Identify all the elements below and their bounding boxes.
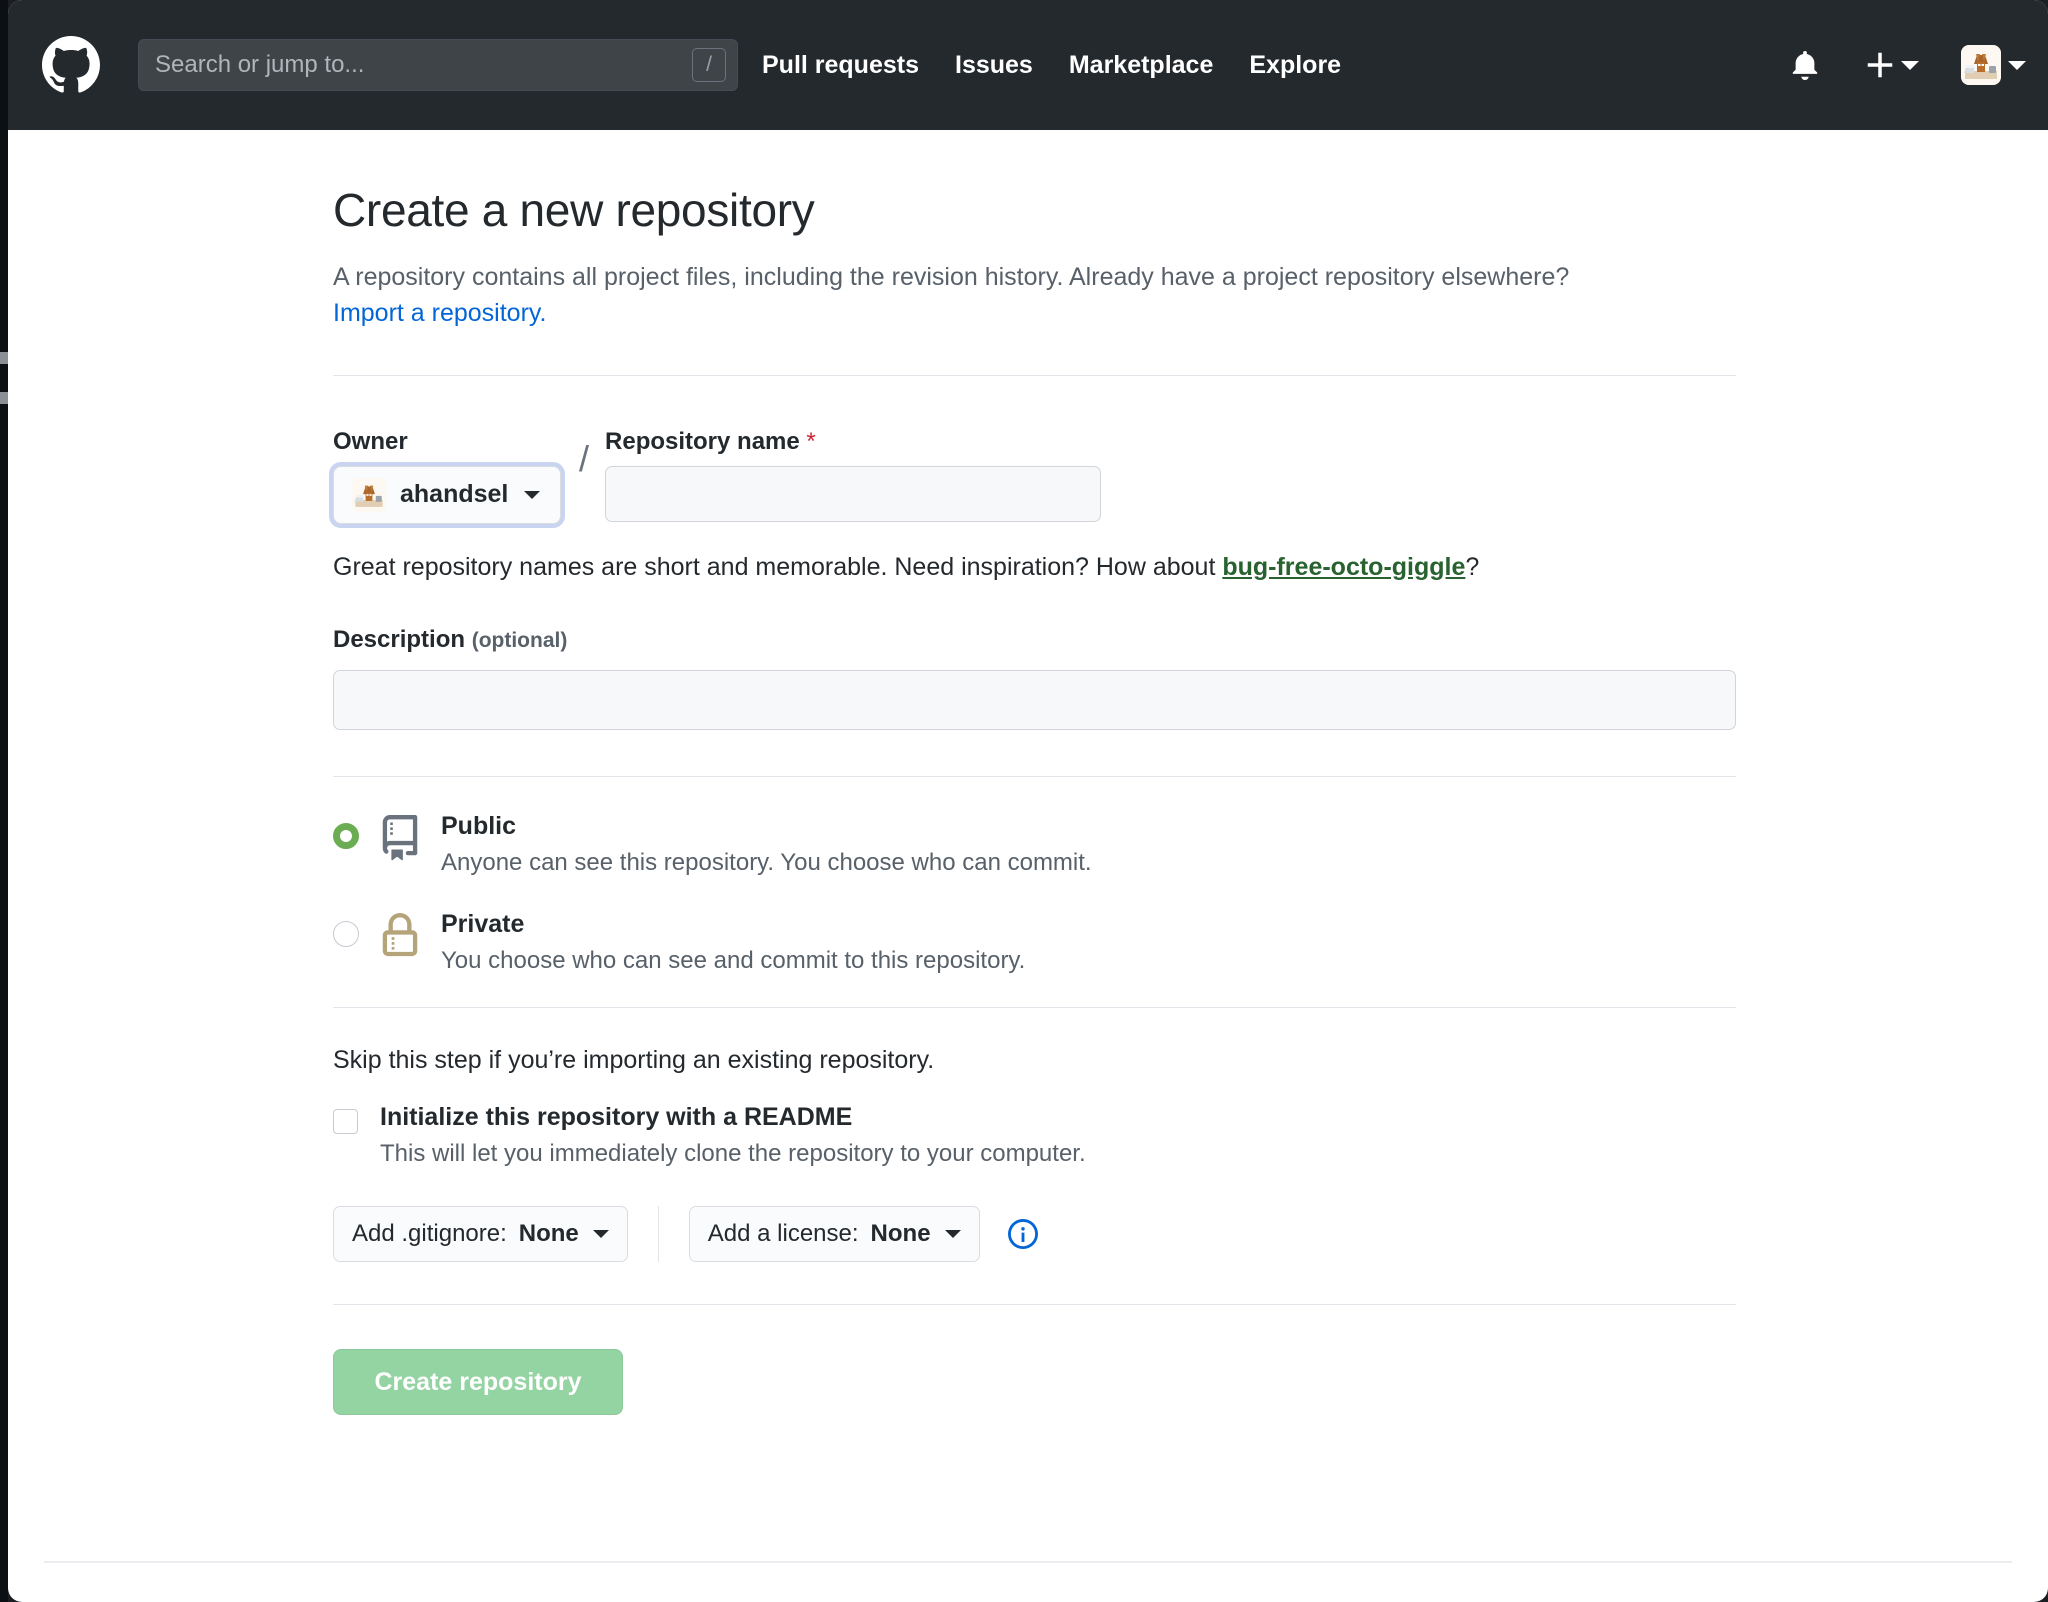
browser-window: / Pull requests Issues Marketplace Explo… xyxy=(8,0,2048,1602)
github-mark-icon[interactable] xyxy=(42,36,100,94)
radio-private[interactable] xyxy=(333,920,359,947)
create-new-menu[interactable] xyxy=(1866,51,1919,79)
visibility-private-text: Private You choose who can see and commi… xyxy=(441,909,1025,975)
owner-field: Owner ahandsel xyxy=(333,428,565,524)
visibility-option-private[interactable]: Private You choose who can see and commi… xyxy=(333,909,2048,975)
account-menu[interactable] xyxy=(1961,45,2026,85)
radio-public[interactable] xyxy=(333,822,359,849)
nav-marketplace[interactable]: Marketplace xyxy=(1069,51,1214,80)
page-title: Create a new repository xyxy=(333,184,815,236)
description-field: Description (optional) xyxy=(333,626,2048,730)
visibility-options: Public Anyone can see this repository. Y… xyxy=(333,811,2048,976)
owner-label: Owner xyxy=(333,427,408,455)
repository-name-input[interactable] xyxy=(605,465,1102,522)
hint-suffix: ? xyxy=(1465,552,1480,581)
owner-name-separator: / xyxy=(579,437,590,479)
description-label: Description (optional) xyxy=(333,626,2048,654)
gitignore-value: None xyxy=(518,1220,579,1247)
avatar xyxy=(1961,45,2001,85)
left-edge-mark xyxy=(0,352,8,364)
global-header: / Pull requests Issues Marketplace Explo… xyxy=(8,0,2048,130)
visibility-public-text: Public Anyone can see this repository. Y… xyxy=(441,811,1092,877)
gitignore-dropdown[interactable]: Add .gitignore: None xyxy=(333,1206,628,1262)
repository-name-hint: Great repository names are short and mem… xyxy=(333,553,2048,582)
page-description-text: A repository contains all project files,… xyxy=(333,263,1570,291)
header-right-actions xyxy=(1790,45,2026,85)
chevron-down-icon xyxy=(1901,60,1919,70)
info-icon[interactable] xyxy=(1007,1219,1038,1249)
hint-prefix: Great repository names are short and mem… xyxy=(333,552,1223,581)
search-slash-shortcut: / xyxy=(692,48,726,82)
gitignore-prefix: Add .gitignore: xyxy=(352,1220,507,1247)
skip-step-text: Skip this step if you’re importing an ex… xyxy=(333,1046,935,1074)
dropdown-divider xyxy=(657,1206,659,1262)
search-input[interactable] xyxy=(138,39,738,91)
search-container: / xyxy=(138,39,738,91)
repo-book-icon xyxy=(377,813,423,871)
readme-checkbox[interactable] xyxy=(333,1109,358,1134)
import-repository-link[interactable]: Import a repository. xyxy=(333,299,547,327)
repository-name-label-text: Repository name xyxy=(605,427,800,455)
chevron-down-icon xyxy=(2008,60,2026,70)
visibility-public-subtitle: Anyone can see this repository. You choo… xyxy=(441,848,1092,876)
nav-pull-requests[interactable]: Pull requests xyxy=(762,51,919,80)
readme-label: Initialize this repository with a README xyxy=(380,1103,853,1131)
create-repository-button[interactable]: Create repository xyxy=(333,1349,623,1415)
chevron-down-icon xyxy=(524,490,541,499)
description-label-text: Description xyxy=(333,625,466,653)
license-value: None xyxy=(870,1220,931,1247)
bell-icon[interactable] xyxy=(1790,48,1820,82)
nav-issues[interactable]: Issues xyxy=(955,51,1033,80)
readme-sublabel: This will let you immediately clone the … xyxy=(380,1140,1086,1167)
owner-name: ahandsel xyxy=(400,480,509,508)
main-content: Create a new repository A repository con… xyxy=(8,130,2048,1415)
description-input[interactable] xyxy=(333,669,1736,730)
footer-divider xyxy=(44,1561,2012,1563)
suggested-name-link[interactable]: bug-free-octo-giggle xyxy=(1222,553,1465,581)
required-marker: * xyxy=(806,427,816,455)
license-dropdown[interactable]: Add a license: None xyxy=(688,1206,980,1262)
visibility-option-public[interactable]: Public Anyone can see this repository. Y… xyxy=(333,811,2048,877)
chevron-down-icon xyxy=(592,1230,609,1238)
template-dropdowns-row: Add .gitignore: None Add a license: None xyxy=(333,1206,2048,1262)
divider xyxy=(333,1304,1736,1305)
lock-icon xyxy=(377,911,423,969)
repository-name-label: Repository name * xyxy=(605,428,1101,466)
visibility-public-title: Public xyxy=(441,811,517,840)
license-prefix: Add a license: xyxy=(707,1220,859,1247)
chevron-down-icon xyxy=(944,1230,961,1238)
nav-explore[interactable]: Explore xyxy=(1249,51,1341,80)
left-edge-mark xyxy=(0,392,8,404)
divider xyxy=(333,374,1736,376)
visibility-private-title: Private xyxy=(441,909,525,938)
repository-name-field: Repository name * xyxy=(605,428,1102,522)
readme-text: Initialize this repository with a README… xyxy=(380,1103,1086,1168)
divider xyxy=(333,775,1736,777)
plus-icon xyxy=(1866,51,1894,79)
description-optional-tag: (optional) xyxy=(471,628,568,652)
visibility-private-subtitle: You choose who can see and commit to thi… xyxy=(441,947,1026,974)
browser-left-edge xyxy=(0,0,8,1602)
initialize-readme-row[interactable]: Initialize this repository with a README… xyxy=(333,1103,2048,1168)
divider xyxy=(333,1007,1736,1008)
owner-dropdown[interactable]: ahandsel xyxy=(333,465,562,524)
owner-avatar xyxy=(352,477,386,512)
owner-and-name-row: Owner ahandsel / Repository name * xyxy=(333,428,2048,524)
primary-nav: Pull requests Issues Marketplace Explore xyxy=(762,51,1341,80)
page-description: A repository contains all project files,… xyxy=(333,259,1633,332)
